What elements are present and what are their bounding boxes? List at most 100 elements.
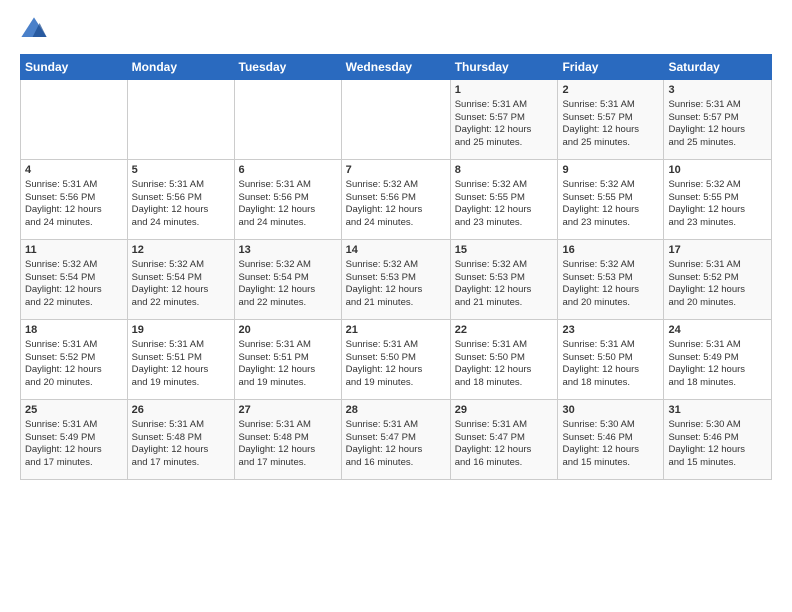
- cell-text: Sunset: 5:51 PM: [239, 352, 337, 365]
- day-number: 20: [239, 323, 337, 338]
- cell-text: Sunset: 5:52 PM: [25, 352, 123, 365]
- cell-text: Sunrise: 5:31 AM: [455, 419, 554, 432]
- cell-text: and 24 minutes.: [239, 217, 337, 230]
- cell-text: Sunrise: 5:31 AM: [239, 179, 337, 192]
- calendar-cell: 21Sunrise: 5:31 AMSunset: 5:50 PMDayligh…: [341, 320, 450, 400]
- day-number: 26: [132, 403, 230, 418]
- calendar-cell: 30Sunrise: 5:30 AMSunset: 5:46 PMDayligh…: [558, 400, 664, 480]
- calendar-cell: 24Sunrise: 5:31 AMSunset: 5:49 PMDayligh…: [664, 320, 772, 400]
- cell-text: and 22 minutes.: [25, 297, 123, 310]
- cell-text: Daylight: 12 hours: [132, 284, 230, 297]
- day-number: 28: [346, 403, 446, 418]
- cell-text: Sunrise: 5:31 AM: [132, 179, 230, 192]
- page: SundayMondayTuesdayWednesdayThursdayFrid…: [0, 0, 792, 490]
- cell-text: Daylight: 12 hours: [239, 284, 337, 297]
- cell-text: Daylight: 12 hours: [668, 364, 767, 377]
- cell-text: Sunrise: 5:31 AM: [25, 339, 123, 352]
- cell-text: Sunrise: 5:32 AM: [132, 259, 230, 272]
- cell-text: Sunset: 5:55 PM: [455, 192, 554, 205]
- cell-text: Daylight: 12 hours: [668, 284, 767, 297]
- cell-text: Sunset: 5:54 PM: [239, 272, 337, 285]
- cell-text: and 20 minutes.: [562, 297, 659, 310]
- cell-text: and 24 minutes.: [25, 217, 123, 230]
- calendar-cell: [341, 80, 450, 160]
- cell-text: Sunset: 5:53 PM: [455, 272, 554, 285]
- weekday-header-tuesday: Tuesday: [234, 55, 341, 80]
- cell-text: Daylight: 12 hours: [25, 364, 123, 377]
- cell-text: Sunrise: 5:31 AM: [668, 259, 767, 272]
- day-number: 14: [346, 243, 446, 258]
- cell-text: Sunset: 5:55 PM: [562, 192, 659, 205]
- cell-text: Sunrise: 5:31 AM: [239, 419, 337, 432]
- cell-text: Daylight: 12 hours: [346, 284, 446, 297]
- cell-text: and 24 minutes.: [346, 217, 446, 230]
- calendar-header: SundayMondayTuesdayWednesdayThursdayFrid…: [21, 55, 772, 80]
- cell-text: and 24 minutes.: [132, 217, 230, 230]
- cell-text: Sunrise: 5:30 AM: [668, 419, 767, 432]
- calendar-cell: 8Sunrise: 5:32 AMSunset: 5:55 PMDaylight…: [450, 160, 558, 240]
- cell-text: Sunrise: 5:31 AM: [132, 339, 230, 352]
- cell-text: Daylight: 12 hours: [562, 444, 659, 457]
- cell-text: Sunset: 5:53 PM: [562, 272, 659, 285]
- header: [20, 16, 772, 44]
- cell-text: Sunset: 5:53 PM: [346, 272, 446, 285]
- cell-text: Sunrise: 5:32 AM: [668, 179, 767, 192]
- calendar-cell: 27Sunrise: 5:31 AMSunset: 5:48 PMDayligh…: [234, 400, 341, 480]
- cell-text: Daylight: 12 hours: [455, 124, 554, 137]
- cell-text: and 16 minutes.: [455, 457, 554, 470]
- cell-text: and 22 minutes.: [132, 297, 230, 310]
- cell-text: and 17 minutes.: [132, 457, 230, 470]
- day-number: 15: [455, 243, 554, 258]
- cell-text: Daylight: 12 hours: [668, 444, 767, 457]
- calendar-cell: 11Sunrise: 5:32 AMSunset: 5:54 PMDayligh…: [21, 240, 128, 320]
- cell-text: Sunset: 5:57 PM: [455, 112, 554, 125]
- day-number: 3: [668, 83, 767, 98]
- cell-text: Daylight: 12 hours: [562, 364, 659, 377]
- cell-text: Sunrise: 5:31 AM: [346, 419, 446, 432]
- day-number: 11: [25, 243, 123, 258]
- cell-text: and 20 minutes.: [668, 297, 767, 310]
- weekday-header-friday: Friday: [558, 55, 664, 80]
- weekday-header-monday: Monday: [127, 55, 234, 80]
- cell-text: and 18 minutes.: [455, 377, 554, 390]
- day-number: 16: [562, 243, 659, 258]
- cell-text: Sunset: 5:47 PM: [455, 432, 554, 445]
- cell-text: and 15 minutes.: [668, 457, 767, 470]
- cell-text: Daylight: 12 hours: [239, 444, 337, 457]
- cell-text: and 25 minutes.: [455, 137, 554, 150]
- day-number: 31: [668, 403, 767, 418]
- cell-text: Sunset: 5:47 PM: [346, 432, 446, 445]
- calendar-cell: [234, 80, 341, 160]
- cell-text: Sunrise: 5:31 AM: [25, 179, 123, 192]
- cell-text: Sunset: 5:48 PM: [239, 432, 337, 445]
- cell-text: Sunset: 5:50 PM: [346, 352, 446, 365]
- calendar-cell: 26Sunrise: 5:31 AMSunset: 5:48 PMDayligh…: [127, 400, 234, 480]
- cell-text: Sunrise: 5:32 AM: [562, 259, 659, 272]
- calendar-cell: 22Sunrise: 5:31 AMSunset: 5:50 PMDayligh…: [450, 320, 558, 400]
- cell-text: Sunset: 5:57 PM: [562, 112, 659, 125]
- cell-text: Daylight: 12 hours: [455, 204, 554, 217]
- cell-text: Sunset: 5:54 PM: [25, 272, 123, 285]
- cell-text: Sunset: 5:46 PM: [668, 432, 767, 445]
- calendar-cell: 28Sunrise: 5:31 AMSunset: 5:47 PMDayligh…: [341, 400, 450, 480]
- cell-text: Sunset: 5:52 PM: [668, 272, 767, 285]
- cell-text: Sunset: 5:51 PM: [132, 352, 230, 365]
- cell-text: Sunset: 5:49 PM: [25, 432, 123, 445]
- cell-text: Daylight: 12 hours: [25, 204, 123, 217]
- day-number: 8: [455, 163, 554, 178]
- calendar-week-5: 25Sunrise: 5:31 AMSunset: 5:49 PMDayligh…: [21, 400, 772, 480]
- cell-text: and 19 minutes.: [346, 377, 446, 390]
- cell-text: Daylight: 12 hours: [25, 284, 123, 297]
- calendar-cell: 2Sunrise: 5:31 AMSunset: 5:57 PMDaylight…: [558, 80, 664, 160]
- calendar-cell: 23Sunrise: 5:31 AMSunset: 5:50 PMDayligh…: [558, 320, 664, 400]
- calendar-cell: [21, 80, 128, 160]
- weekday-header-wednesday: Wednesday: [341, 55, 450, 80]
- cell-text: and 23 minutes.: [668, 217, 767, 230]
- day-number: 10: [668, 163, 767, 178]
- cell-text: Sunrise: 5:32 AM: [455, 259, 554, 272]
- calendar-cell: 17Sunrise: 5:31 AMSunset: 5:52 PMDayligh…: [664, 240, 772, 320]
- cell-text: Sunrise: 5:31 AM: [668, 339, 767, 352]
- cell-text: Sunrise: 5:32 AM: [455, 179, 554, 192]
- calendar-cell: 15Sunrise: 5:32 AMSunset: 5:53 PMDayligh…: [450, 240, 558, 320]
- calendar-cell: 19Sunrise: 5:31 AMSunset: 5:51 PMDayligh…: [127, 320, 234, 400]
